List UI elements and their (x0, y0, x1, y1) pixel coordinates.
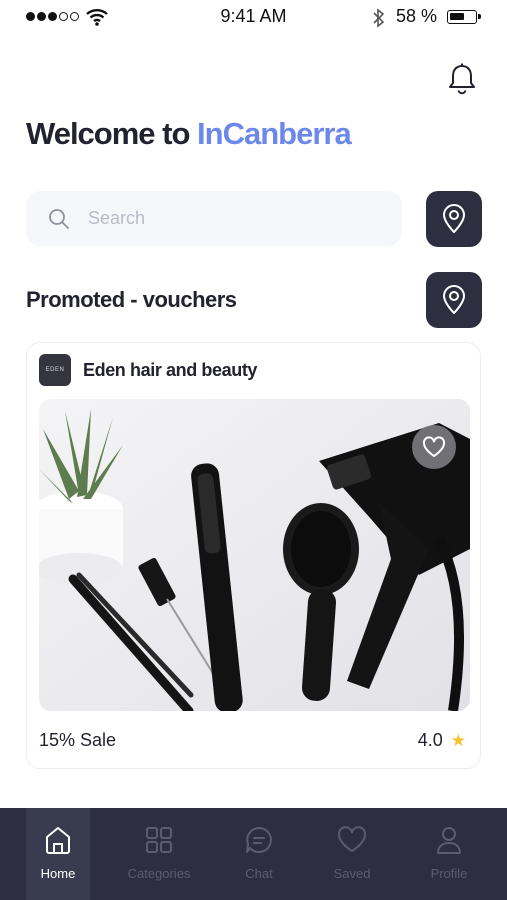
location-button[interactable] (426, 191, 482, 247)
rating-value: 4.0 (417, 730, 443, 750)
store-logo: EDEN (39, 354, 71, 386)
battery-icon (447, 10, 481, 24)
user-icon (437, 827, 461, 854)
home-icon (46, 827, 70, 854)
tab-label: Home (40, 866, 76, 881)
status-bar: 9:41 AM 58 % (0, 0, 507, 34)
store-name[interactable]: Eden hair and beauty (83, 360, 257, 381)
tab-chat[interactable]: Chat (227, 808, 291, 900)
tab-label: Profile (430, 866, 468, 881)
tab-profile[interactable]: Profile (417, 808, 481, 900)
tab-label: Chat (245, 866, 273, 881)
search-input[interactable] (88, 191, 388, 246)
bluetooth-icon (373, 8, 385, 28)
location-pin-icon (443, 285, 465, 314)
heart-icon (422, 436, 446, 457)
heart-icon (337, 826, 367, 852)
section-title: Promoted - vouchers (26, 287, 237, 312)
tab-saved[interactable]: Saved (320, 808, 384, 900)
location-pin-icon (443, 204, 465, 233)
tab-home[interactable]: Home (26, 808, 90, 900)
chat-icon (246, 827, 272, 853)
notification-bell-icon[interactable] (446, 62, 478, 96)
bottom-tab-bar: Home Categories Chat Saved Profile (0, 808, 507, 900)
search-bar[interactable] (26, 191, 402, 246)
tab-label: Categories (127, 866, 191, 881)
page-title: Welcome to InCanberra (26, 116, 352, 152)
brand-name: InCanberra (197, 116, 352, 151)
voucher-card[interactable]: EDEN Eden hair and beauty 15% Sale 4.0 ★ (26, 342, 481, 769)
location-button-vouchers[interactable] (426, 272, 482, 328)
tab-categories[interactable]: Categories (127, 808, 191, 900)
grid-icon (146, 827, 172, 853)
favorite-button[interactable] (412, 425, 456, 469)
welcome-prefix: Welcome to (26, 116, 198, 151)
tab-label: Saved (333, 866, 371, 881)
battery-percent: 58 % (396, 6, 438, 26)
star-icon: ★ (450, 730, 466, 750)
product-photo (39, 399, 470, 711)
offer-label: 15% Sale (39, 730, 117, 750)
search-icon (49, 209, 69, 229)
rating: 4.0 ★ (418, 730, 466, 751)
